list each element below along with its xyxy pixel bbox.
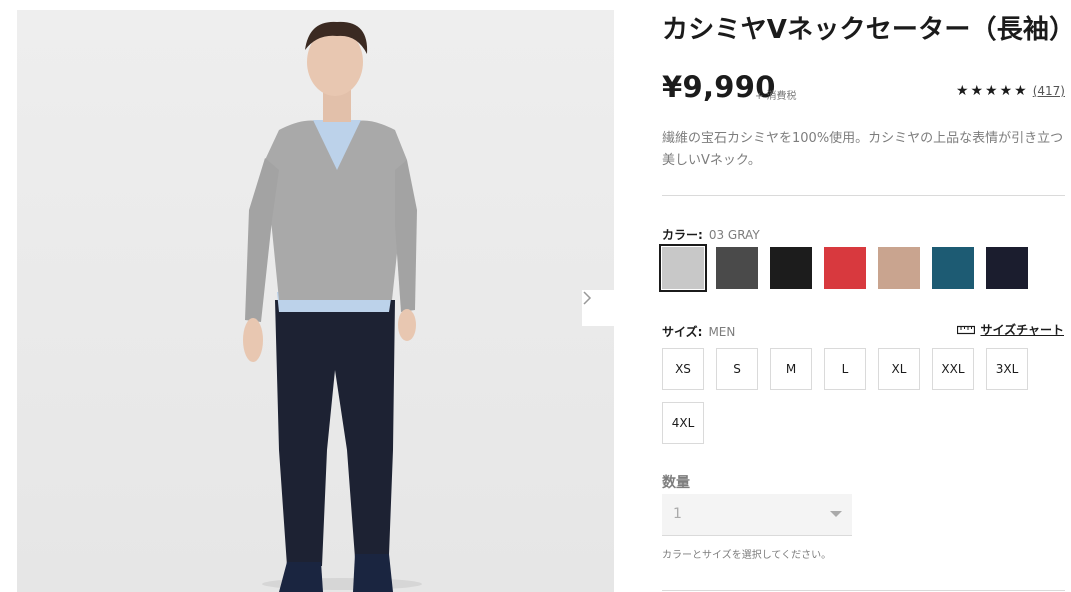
quantity-value: 1 <box>673 506 682 522</box>
color-label-row: カラー: 03 GRAY <box>662 226 760 243</box>
product-image <box>17 10 614 592</box>
size-option-xs[interactable]: XS <box>662 348 704 390</box>
model-photo <box>243 21 422 592</box>
color-swatches <box>659 244 1040 292</box>
size-option-3xl[interactable]: 3XL <box>986 348 1028 390</box>
chevron-down-icon <box>830 511 842 517</box>
product-title: カシミヤVネックセーター（長袖） <box>662 15 1071 45</box>
color-swatch-navy[interactable] <box>986 247 1028 289</box>
size-chart-label: サイズチャート <box>980 323 1064 337</box>
size-chart-link[interactable]: サイズチャート <box>957 321 1064 338</box>
product-description: 繊維の宝石カシミヤを100%使用。カシミヤの上品な表情が引き立つ美しいVネック。 <box>662 131 1064 168</box>
color-swatch-teal[interactable] <box>932 247 974 289</box>
color-swatch-light-gray[interactable] <box>659 244 707 292</box>
color-swatch-red[interactable] <box>824 247 866 289</box>
ruler-icon <box>957 325 976 334</box>
tax-note: + 消費税 <box>755 91 797 102</box>
selection-hint: カラーとサイズを選択してください。 <box>662 550 832 561</box>
color-swatch-black[interactable] <box>770 247 812 289</box>
price-row: ¥9,990 + 消費税 ★★★★★ (417) <box>662 70 1066 104</box>
size-label: サイズ: <box>662 325 703 339</box>
chevron-right-icon <box>583 291 592 305</box>
size-option-4xl[interactable]: 4XL <box>662 402 704 444</box>
size-options: XS S M L XL XXL 3XL 4XL <box>662 348 1071 456</box>
color-selected-value: 03 GRAY <box>708 228 760 242</box>
color-label: カラー: <box>662 228 703 242</box>
size-option-l[interactable]: L <box>824 348 866 390</box>
quantity-select[interactable]: 1 <box>662 494 852 536</box>
rating: ★★★★★ (417) <box>956 83 1065 99</box>
product-detail-panel: カシミヤVネックセーター（長袖） ¥9,990 + 消費税 ★★★★★ (417… <box>659 0 1071 592</box>
color-swatch-dark-gray[interactable] <box>716 247 758 289</box>
size-label-row: サイズ: MEN <box>662 323 735 340</box>
next-image-button[interactable] <box>582 290 614 326</box>
size-option-xl[interactable]: XL <box>878 348 920 390</box>
size-selected-value: MEN <box>708 325 736 339</box>
color-swatch-beige[interactable] <box>878 247 920 289</box>
star-rating-icon: ★★★★★ <box>955 83 1029 99</box>
divider <box>662 195 1065 196</box>
divider-bottom <box>662 590 1065 591</box>
size-option-s[interactable]: S <box>716 348 758 390</box>
review-count-link[interactable]: (417) <box>1033 84 1065 98</box>
quantity-label: 数量 <box>662 475 690 491</box>
size-option-xxl[interactable]: XXL <box>932 348 974 390</box>
size-option-m[interactable]: M <box>770 348 812 390</box>
